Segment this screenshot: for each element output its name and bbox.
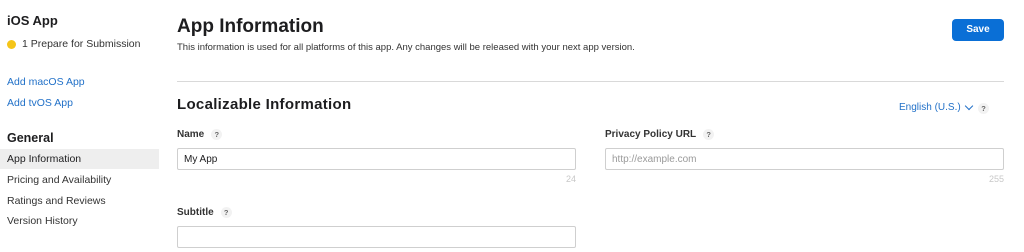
save-button[interactable]: Save <box>952 19 1004 41</box>
privacy-policy-url-label-text: Privacy Policy URL <box>605 129 697 140</box>
help-icon[interactable]: ? <box>978 103 989 114</box>
name-field-label: Name ? <box>177 129 223 140</box>
chevron-down-icon <box>964 101 973 111</box>
help-icon[interactable]: ? <box>703 129 715 140</box>
section-title-localizable-information: Localizable Information <box>177 96 352 113</box>
add-macos-app-link[interactable]: Add macOS App <box>7 76 85 88</box>
sidebar-item-pricing-and-availability[interactable]: Pricing and Availability <box>0 170 159 190</box>
help-icon[interactable]: ? <box>220 207 232 218</box>
page-title: App Information <box>177 16 324 37</box>
language-select[interactable]: English (U.S.) <box>899 101 973 113</box>
sidebar: iOS App 1 Prepare for Submission Add mac… <box>0 0 160 252</box>
name-label-text: Name <box>177 129 205 140</box>
subtitle-label-text: Subtitle <box>177 207 214 218</box>
subtitle-field-label: Subtitle ? <box>177 207 232 218</box>
app-title: iOS App <box>7 13 58 28</box>
sidebar-section-general: General <box>7 131 54 145</box>
status-text: 1 Prepare for Submission <box>22 38 141 50</box>
add-tvos-app-link[interactable]: Add tvOS App <box>7 97 73 109</box>
subtitle-input[interactable] <box>177 226 576 248</box>
name-input[interactable] <box>177 148 576 170</box>
status-dot-icon <box>7 39 16 49</box>
sidebar-item-ratings-and-reviews[interactable]: Ratings and Reviews <box>0 191 159 211</box>
main-content: App Information This information is used… <box>177 0 1004 252</box>
submission-status[interactable]: 1 Prepare for Submission <box>7 38 140 50</box>
help-icon[interactable]: ? <box>211 129 223 140</box>
privacy-policy-url-field-label: Privacy Policy URL ? <box>605 129 715 140</box>
page-description: This information is used for all platfor… <box>177 42 635 53</box>
privacy-policy-url-input[interactable] <box>605 148 1004 170</box>
divider <box>177 81 1004 82</box>
privacy-policy-url-character-counter: 255 <box>988 174 1004 184</box>
sidebar-item-version-history[interactable]: Version History <box>0 211 159 231</box>
sidebar-item-app-information[interactable]: App Information <box>0 149 159 169</box>
language-select-label: English (U.S.) <box>899 102 961 113</box>
name-character-counter: 24 <box>565 174 576 184</box>
